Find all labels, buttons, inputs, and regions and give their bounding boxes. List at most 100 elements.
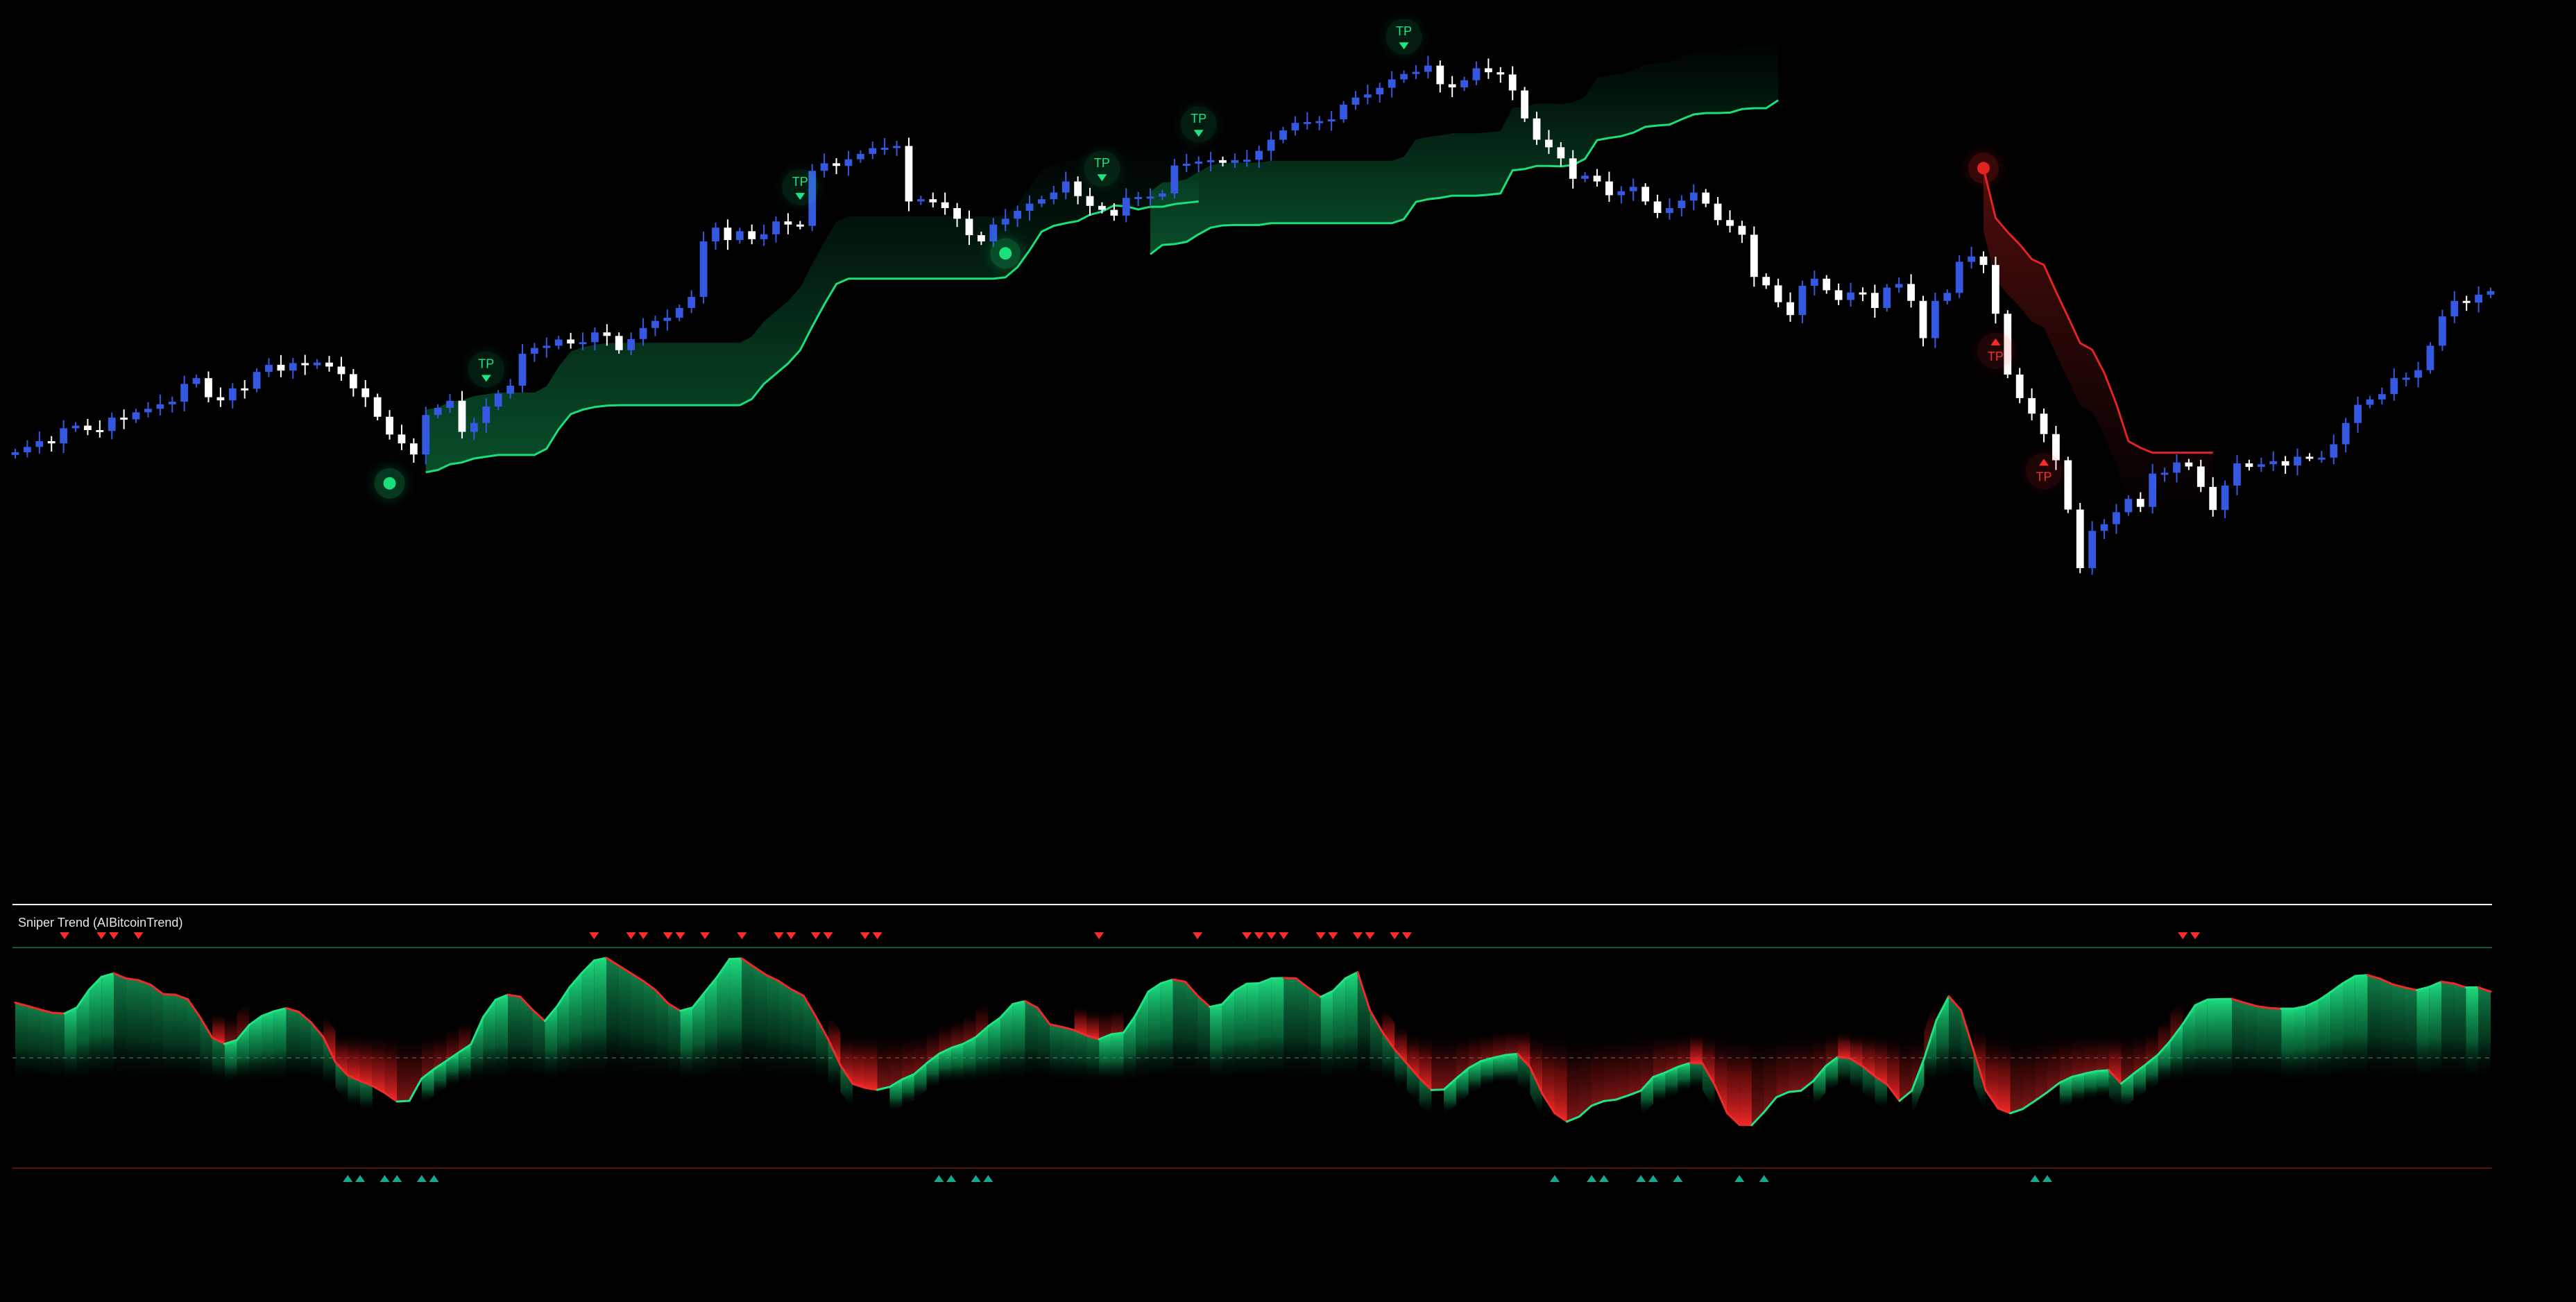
oscillator-fill-segment [2035, 1031, 2047, 1102]
candle-body [1448, 84, 1456, 87]
candle-body [2040, 413, 2048, 434]
oscillator-fill-segment [1345, 972, 1358, 1085]
candle-body [1412, 71, 1420, 74]
oscillator-fill-segment [212, 1038, 225, 1085]
candle-body [916, 199, 925, 202]
oscillator-fill-segment [1185, 982, 1198, 1085]
oscillator-fill-segment [27, 1006, 40, 1085]
oscillator-fill-segment [2219, 999, 2233, 1085]
candle-body [1545, 139, 1553, 148]
candle-body [205, 378, 212, 397]
candle-body [1146, 196, 1154, 199]
tp-label: TP [1988, 350, 2004, 363]
oscillator-fill-segment [1505, 1027, 1518, 1055]
candle-body [1593, 175, 1601, 182]
oscillator-fill-segment [1333, 978, 1346, 1085]
candle-body [409, 443, 418, 455]
oscillator-fill-segment [1061, 1027, 1075, 1085]
oscillator-fill-segment [631, 973, 644, 1085]
candle-body [1533, 118, 1541, 140]
candle-body [144, 409, 152, 413]
candle-body [1605, 181, 1613, 196]
oscillator-fill-segment [2207, 999, 2220, 1085]
candle-body [2317, 457, 2326, 460]
candle-body [361, 388, 370, 397]
oscillator-fill-segment [520, 996, 533, 1085]
oscillator-fill-segment [1086, 1035, 1100, 1085]
oscillator-fill-segment [114, 973, 126, 1085]
oscillator-fill-segment [766, 975, 779, 1085]
oscillator-fill-segment [705, 977, 717, 1085]
oscillator-fill-segment [1481, 1031, 1494, 1061]
candle-body [373, 397, 382, 417]
candle-body [2124, 499, 2133, 513]
oscillator-fill-segment [1111, 1006, 1124, 1034]
candle-body [651, 320, 659, 328]
candle-body [1363, 94, 1372, 98]
candle-body [591, 332, 599, 343]
oscillator-fill-segment [1838, 1030, 1850, 1059]
oscillator-line-segment [2206, 997, 2221, 1001]
candle-body [228, 388, 237, 401]
candle-body [265, 364, 273, 372]
candle-body [1436, 65, 1444, 85]
candle-body [2475, 294, 2482, 303]
candle-body [1159, 193, 1166, 197]
candle-body [1834, 290, 1843, 300]
candle-body [1919, 300, 1927, 339]
oscillator-line-segment [1282, 977, 1297, 980]
oscillator-fill-segment [2281, 1009, 2294, 1085]
oscillator-fill-segment [643, 981, 656, 1085]
candle-body [675, 308, 683, 318]
oscillator-line-segment [2267, 1007, 2283, 1010]
candle-body [2173, 462, 2181, 473]
oscillator-fill-segment [2293, 1006, 2306, 1085]
candle-body [277, 364, 285, 371]
candle-body [1303, 121, 1311, 124]
candle-body [470, 422, 478, 432]
candle-body [325, 362, 333, 367]
candle-body [2450, 300, 2459, 317]
oscillator-fill-segment [1751, 1031, 1764, 1125]
oscillator-fill-segment [1431, 1031, 1444, 1090]
oscillator-fill-segment [1283, 977, 1297, 1085]
oscillator-fill-segment [1739, 1031, 1752, 1125]
oscillator-fill-segment [1234, 984, 1247, 1085]
oscillator-fill-segment [1025, 1001, 1038, 1085]
signal-dot [383, 477, 396, 490]
candle-body [1931, 300, 1939, 339]
oscillator-fill-segment [1505, 1054, 1518, 1085]
oscillator-fill-segment [1259, 978, 1272, 1085]
candle-body [349, 374, 357, 388]
oscillator-fill-segment [2256, 1006, 2269, 1085]
candle-body [301, 363, 309, 366]
candle-body [1291, 123, 1299, 130]
oscillator-fill-segment [2466, 987, 2479, 1085]
candle-body [1014, 210, 1022, 219]
oscillator-fill-segment [1012, 1001, 1025, 1085]
oscillator-fill-segment [1172, 979, 1186, 1085]
oscillator-fill-segment [1209, 1004, 1222, 1085]
oscillator-fill-segment [298, 1011, 312, 1085]
candle-body [35, 441, 44, 447]
oscillator-fill-segment [163, 994, 176, 1085]
candle-body [965, 219, 973, 236]
oscillator-fill-segment [1653, 1031, 1666, 1077]
candle-body [1907, 284, 1915, 301]
candle-body [2366, 399, 2374, 405]
trading-chart[interactable]: TP TP TP TP TP TP TP Sniper Trend (AIBitcoinTr… [0, 0, 2576, 1302]
oscillator-fill-segment [2010, 1031, 2023, 1113]
candle-body [11, 452, 19, 455]
candle-body [627, 339, 636, 350]
candle-body [905, 146, 913, 202]
tp-label: TP [2036, 470, 2052, 483]
candle-body [2015, 375, 2024, 398]
oscillator-fill-segment [1222, 991, 1235, 1085]
candle-body [2378, 394, 2386, 400]
oscillator-fill-segment [791, 989, 804, 1085]
candle-body [1170, 165, 1179, 194]
signal-dot [999, 247, 1012, 260]
candle-body [2028, 397, 2036, 414]
oscillator-fill-segment [1074, 1030, 1087, 1085]
oscillator-fill-segment [656, 990, 668, 1085]
